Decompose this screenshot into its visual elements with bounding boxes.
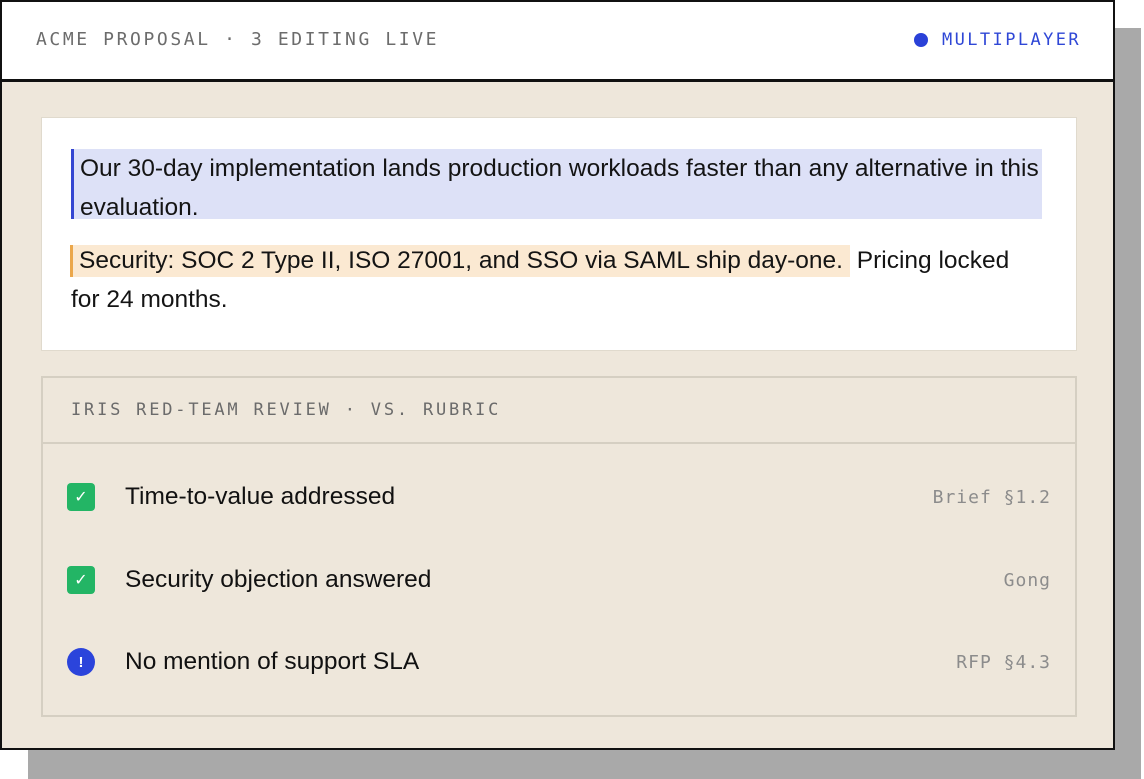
review-item-label: No mention of support SLA: [125, 648, 420, 675]
document-editor[interactable]: Our 30-day implementation lands producti…: [41, 117, 1077, 351]
check-icon: ✓: [67, 566, 95, 594]
review-item-source[interactable]: RFP §4.3: [956, 652, 1051, 673]
review-item-source[interactable]: Gong: [1004, 570, 1051, 591]
paragraph-implementation[interactable]: Our 30-day implementation lands producti…: [71, 149, 1042, 221]
review-item[interactable]: ✓ Time-to-value addressed Brief §1.2: [43, 477, 1075, 517]
alert-icon: !: [67, 648, 95, 676]
review-item[interactable]: ! No mention of support SLA RFP §4.3: [43, 642, 1075, 682]
live-dot-icon: [914, 32, 929, 47]
document-title: ACME PROPOSAL · 3 EDITING LIVE: [36, 29, 440, 50]
security-highlight[interactable]: Security: SOC 2 Type II, ISO 27001, and …: [70, 245, 850, 277]
review-item-label: Security objection answered: [125, 566, 432, 593]
review-item-source[interactable]: Brief §1.2: [933, 487, 1051, 508]
review-panel: IRIS RED-TEAM REVIEW · VS. RUBRIC ✓ Time…: [41, 376, 1077, 717]
proposal-window: ACME PROPOSAL · 3 EDITING LIVE MULTIPLAY…: [0, 0, 1115, 750]
check-icon: ✓: [67, 483, 95, 511]
review-title: IRIS RED-TEAM REVIEW · VS. RUBRIC: [43, 378, 1075, 444]
multiplayer-indicator[interactable]: MULTIPLAYER: [914, 30, 1081, 50]
multiplayer-label: MULTIPLAYER: [942, 29, 1081, 50]
paragraph-security[interactable]: Security: SOC 2 Type II, ISO 27001, and …: [70, 241, 1031, 319]
review-item[interactable]: ✓ Security objection answered Gong: [43, 560, 1075, 600]
review-item-label: Time-to-value addressed: [125, 483, 396, 510]
top-bar: ACME PROPOSAL · 3 EDITING LIVE MULTIPLAY…: [2, 2, 1113, 82]
